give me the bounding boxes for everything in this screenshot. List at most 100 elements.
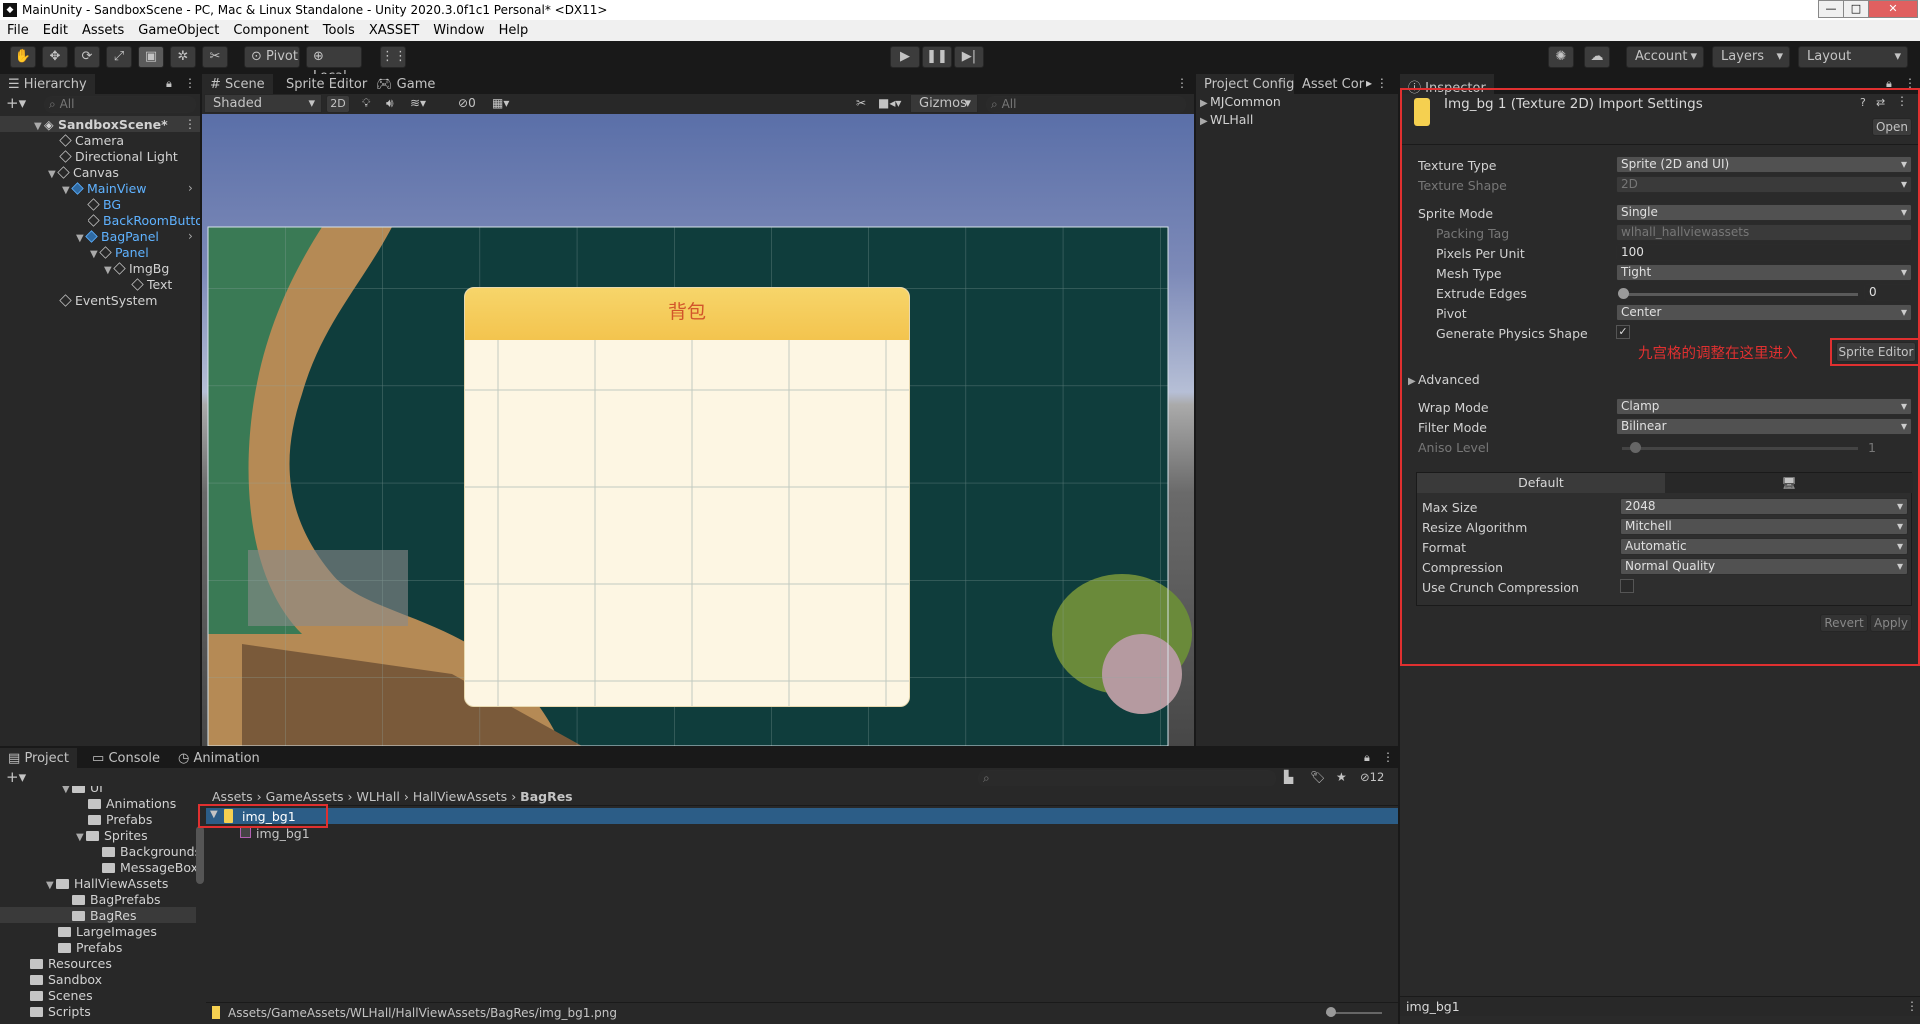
hierarchy-item-panel[interactable]: ▼ Panel <box>90 245 149 260</box>
folder-messagebox[interactable]: MessageBox <box>102 860 198 875</box>
lock-icon[interactable]: 🔒︎ <box>166 77 172 91</box>
add-object-button[interactable]: +▾ <box>6 94 26 112</box>
folder-largeimages[interactable]: LargeImages <box>58 924 157 939</box>
hidden-objects-toggle[interactable]: ⊘0 <box>458 96 476 110</box>
tab-scroll-right-icon[interactable]: ▸ ⋮ <box>1366 76 1388 90</box>
pivot-toggle[interactable]: ⊙ Pivot <box>244 46 300 68</box>
folder-bagprefabs[interactable]: BagPrefabs <box>72 892 161 907</box>
hand-tool-icon[interactable]: ✋ <box>10 46 36 68</box>
folder-ui[interactable]: ▼ UI <box>62 786 103 795</box>
scale-tool-icon[interactable]: ⤢ <box>106 46 132 68</box>
cloud-icon[interactable]: ☁ <box>1584 46 1610 68</box>
maximize-button[interactable]: □ <box>1843 0 1869 18</box>
hierarchy-search-input[interactable]: ⌕ All <box>44 96 196 113</box>
hierarchy-item-mainview[interactable]: ▼ MainView <box>62 181 147 196</box>
kebab-menu-icon[interactable]: ⋮ <box>1176 76 1188 90</box>
layers-dropdown[interactable]: Layers <box>1712 46 1790 68</box>
breadcrumb-wlhall[interactable]: WLHall <box>357 789 400 804</box>
move-tool-icon[interactable]: ✥ <box>42 46 68 68</box>
transform-tool-icon[interactable]: ✲ <box>170 46 196 68</box>
create-asset-button[interactable]: +▾ <box>6 768 26 786</box>
hidden-packages-toggle[interactable]: ⊘12 <box>1360 770 1384 784</box>
menu-component[interactable]: Component <box>226 20 315 38</box>
asset-row-selected[interactable]: ▼ img_bg1 <box>206 808 1398 824</box>
folder-sprites[interactable]: ▼ Sprites <box>76 828 148 843</box>
hierarchy-item-imgbg[interactable]: ▼ ImgBg <box>104 261 169 276</box>
account-dropdown[interactable]: Account <box>1626 46 1704 68</box>
tab-hierarchy[interactable]: ☰ Hierarchy <box>0 74 95 94</box>
menu-file[interactable]: File <box>0 20 36 38</box>
tab-project[interactable]: ▤ Project <box>0 748 77 768</box>
custom-tool-icon[interactable]: ✂ <box>202 46 228 68</box>
pause-button[interactable]: ❚❚ <box>922 46 952 68</box>
kebab-menu-icon[interactable]: ⋮ <box>184 76 196 90</box>
folder-resources[interactable]: Resources <box>30 956 112 971</box>
folder-scripts[interactable]: Scripts <box>30 1004 91 1019</box>
search-by-type-icon[interactable]: ▙ <box>1284 770 1293 784</box>
step-button[interactable]: ▶| <box>954 46 984 68</box>
hierarchy-item-text[interactable]: Text <box>131 277 172 292</box>
grid-snap-icon[interactable]: ⋮⋮ <box>380 46 407 68</box>
breadcrumb-gameassets[interactable]: GameAssets <box>266 789 344 804</box>
tab-animation[interactable]: ◷ Animation <box>170 748 268 768</box>
chevron-right-icon[interactable]: › <box>188 181 193 195</box>
breadcrumb-hallviewassets[interactable]: HallViewAssets <box>413 789 507 804</box>
rotate-tool-icon[interactable]: ⟳ <box>74 46 100 68</box>
tab-sprite-editor[interactable]: Sprite Editor <box>278 74 376 94</box>
search-by-label-icon[interactable]: 🏷︎ <box>1310 770 1325 784</box>
folder-bagres[interactable]: BagRes <box>72 908 137 923</box>
project-search-input[interactable]: ⌕ <box>978 770 1276 787</box>
scene-menu-icon[interactable]: ⋮ <box>184 117 196 131</box>
menu-assets[interactable]: Assets <box>75 20 131 38</box>
collab-icon[interactable]: ✺ <box>1548 46 1574 68</box>
folder-prefabs-ui[interactable]: Prefabs <box>88 812 152 827</box>
minimize-button[interactable]: — <box>1818 0 1844 18</box>
folder-tree-scrollbar[interactable] <box>196 826 204 884</box>
breadcrumb-assets[interactable]: Assets <box>212 789 253 804</box>
scene-viewport[interactable]: 背包 <box>202 114 1194 746</box>
hierarchy-item-canvas[interactable]: ▼ Canvas <box>48 165 119 180</box>
hierarchy-item-bagpanel[interactable]: ▼ BagPanel <box>76 229 159 244</box>
kebab-menu-icon[interactable]: ⋮ <box>1382 750 1394 764</box>
config-item-wlhall[interactable]: ▶ WLHall <box>1200 112 1253 127</box>
folder-scenes[interactable]: Scenes <box>30 988 93 1003</box>
layout-dropdown[interactable]: Layout <box>1798 46 1908 68</box>
folder-backgrounds[interactable]: Backgrounds <box>102 844 201 859</box>
grid-settings-icon[interactable]: ▦▾ <box>492 96 509 110</box>
folder-prefabs[interactable]: Prefabs <box>58 940 122 955</box>
menu-edit[interactable]: Edit <box>36 20 75 38</box>
local-toggle[interactable]: ⊕ Local <box>306 46 362 84</box>
breadcrumb-bagres[interactable]: BagRes <box>520 789 572 804</box>
tab-game[interactable]: 🎮︎ Game <box>368 74 444 94</box>
audio-icon[interactable]: 🔊︎ <box>386 96 394 111</box>
tab-console[interactable]: ▭ Console <box>84 748 169 768</box>
hierarchy-item-directional-light[interactable]: Directional Light <box>59 149 178 164</box>
tab-project-config[interactable]: Project Config <box>1196 74 1303 94</box>
icon-size-slider-handle[interactable] <box>1326 1007 1336 1017</box>
tab-scene[interactable]: # Scene <box>202 74 273 94</box>
play-button[interactable]: ▶ <box>890 46 920 68</box>
hierarchy-item-backroombutton[interactable]: BackRoomButto <box>88 213 200 228</box>
folder-hallviewassets[interactable]: ▼ HallViewAssets <box>46 876 168 891</box>
hierarchy-item-camera[interactable]: Camera <box>59 133 124 148</box>
close-button[interactable]: ✕ <box>1868 0 1918 18</box>
effects-icon[interactable]: ≋▾ <box>410 96 426 110</box>
menu-window[interactable]: Window <box>426 20 491 38</box>
chevron-right-icon[interactable]: › <box>188 229 193 243</box>
menu-gameobject[interactable]: GameObject <box>131 20 226 38</box>
rect-tool-icon[interactable]: ▣ <box>138 46 164 68</box>
folder-sandbox[interactable]: Sandbox <box>30 972 102 987</box>
favorites-icon[interactable]: ★ <box>1336 770 1347 784</box>
config-item-mjcommon[interactable]: ▶ MJCommon <box>1200 94 1281 109</box>
scene-search-input[interactable]: ⌕ All <box>986 96 1186 113</box>
menu-xasset[interactable]: XASSET <box>362 20 426 38</box>
lighting-icon[interactable]: 💡︎ <box>362 96 370 111</box>
menu-help[interactable]: Help <box>492 20 536 38</box>
hierarchy-item-bg[interactable]: BG <box>87 197 121 212</box>
lock-icon[interactable]: 🔒︎ <box>1364 751 1370 765</box>
camera-icon[interactable]: ■◂▾ <box>878 96 901 110</box>
hierarchy-item-eventsystem[interactable]: EventSystem <box>59 293 157 308</box>
folder-animations[interactable]: Animations <box>88 796 176 811</box>
menu-tools[interactable]: Tools <box>316 20 362 38</box>
hierarchy-item-scene[interactable]: ▼ ◈ SandboxScene* <box>34 117 168 132</box>
